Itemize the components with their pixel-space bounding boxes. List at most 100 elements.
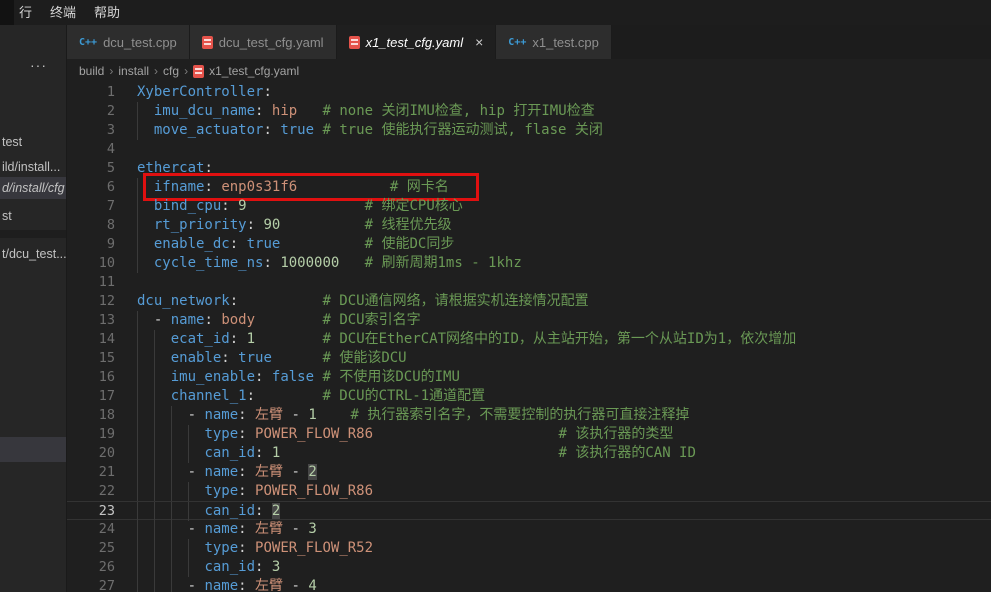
indent-guide: [137, 387, 138, 406]
token-str: hip: [272, 103, 297, 119]
token-ws: [137, 198, 154, 214]
code-line[interactable]: 4: [67, 140, 991, 159]
code-line[interactable]: 21 - name: 左臂 - 2: [67, 463, 991, 482]
code-line[interactable]: 3 move_actuator: true # true 使能执行器运动测试, …: [67, 121, 991, 140]
indent-guide: [154, 368, 155, 387]
code-line[interactable]: 1XyberController:: [67, 83, 991, 102]
indent-guide: [154, 425, 155, 444]
token-ws: [297, 179, 390, 195]
indent-guide: [137, 444, 138, 463]
token-punct: -: [188, 521, 205, 537]
line-content: type: POWER_FLOW_R52: [137, 539, 991, 558]
sidebar-item[interactable]: st: [0, 205, 67, 227]
breadcrumb-segment[interactable]: install: [118, 64, 149, 78]
code-line[interactable]: 22 type: POWER_FLOW_R86: [67, 482, 991, 501]
line-content: rt_priority: 90 # 线程优先级: [137, 216, 991, 235]
code-line[interactable]: 23 can_id: 2: [67, 501, 991, 520]
line-number: 14: [67, 330, 115, 349]
more-actions-icon[interactable]: ···: [30, 57, 47, 73]
token-comment: # 该执行器的类型: [558, 426, 673, 442]
token-ws: [263, 559, 271, 575]
code-line[interactable]: 19 type: POWER_FLOW_R86 # 该执行器的类型: [67, 425, 991, 444]
indent-guide: [188, 425, 189, 444]
code-line[interactable]: 14 ecat_id: 1 # DCU在EtherCAT网络中的ID，从主站开始…: [67, 330, 991, 349]
tab-x1_test.cpp[interactable]: C++x1_test.cpp: [496, 25, 612, 59]
code-line[interactable]: 8 rt_priority: 90 # 线程优先级: [67, 216, 991, 235]
token-comment: # 使能DC同步: [365, 236, 455, 252]
sidebar-item[interactable]: test: [0, 131, 67, 153]
line-content: - name: 左臂 - 2: [137, 463, 991, 482]
code-line[interactable]: 27 - name: 左臂 - 4: [67, 577, 991, 592]
indent-guide: [137, 216, 138, 235]
line-number: 20: [67, 444, 115, 463]
line-content: bind_cpu: 9 # 绑定CPU核心: [137, 197, 991, 216]
token-key: rt_priority: [154, 217, 247, 233]
token-comment: # DCU索引名字: [322, 312, 420, 328]
token-ws: [247, 198, 365, 214]
sidebar-item[interactable]: d/install/cfg: [0, 177, 67, 199]
token-punct: :: [263, 84, 271, 100]
code-line[interactable]: 24 - name: 左臂 - 3: [67, 520, 991, 539]
token-punct: :: [230, 293, 238, 309]
menu-item-run-partial[interactable]: 行: [14, 0, 45, 25]
token-str: enp0s31f6: [221, 179, 297, 195]
code-line[interactable]: 13 - name: body # DCU索引名字: [67, 311, 991, 330]
indent-guide: [171, 502, 172, 521]
code-line[interactable]: 20 can_id: 1 # 该执行器的CAN ID: [67, 444, 991, 463]
token-ws: [297, 103, 322, 119]
line-number: 3: [67, 121, 115, 140]
token-str: POWER_FLOW_R86: [255, 483, 373, 499]
code-line[interactable]: 12dcu_network: # DCU通信网络，请根据实机连接情况配置: [67, 292, 991, 311]
token-key: bind_cpu: [154, 198, 221, 214]
code-line[interactable]: 16 imu_enable: false # 不使用该DCU的IMU: [67, 368, 991, 387]
close-icon[interactable]: ×: [475, 35, 483, 49]
token-ws: [247, 578, 255, 592]
code-editor[interactable]: 1XyberController:2 imu_dcu_name: hip # n…: [67, 83, 991, 592]
token-str: POWER_FLOW_R86: [255, 426, 373, 442]
tab-dcu_test_cfg.yaml[interactable]: dcu_test_cfg.yaml: [190, 25, 337, 59]
indent-guide: [137, 368, 138, 387]
token-key: move_actuator: [154, 122, 264, 138]
menu-item-help[interactable]: 帮助: [89, 0, 133, 25]
token-punct: -: [283, 521, 308, 537]
breadcrumb-segment[interactable]: build: [79, 64, 104, 78]
indent-guide: [154, 539, 155, 558]
code-line[interactable]: 7 bind_cpu: 9 # 绑定CPU核心: [67, 197, 991, 216]
token-comment: # 使能该DCU: [322, 350, 406, 366]
code-line[interactable]: 6 ifname: enp0s31f6 # 网卡名: [67, 178, 991, 197]
line-number: 9: [67, 235, 115, 254]
sidebar-selected-row-empty[interactable]: [0, 437, 67, 462]
tab-x1_test_cfg.yaml[interactable]: x1_test_cfg.yaml×: [337, 25, 497, 59]
code-line[interactable]: 15 enable: true # 使能该DCU: [67, 349, 991, 368]
indent-guide: [137, 482, 138, 501]
code-line[interactable]: 10 cycle_time_ns: 1000000 # 刷新周期1ms - 1k…: [67, 254, 991, 273]
indent-guide: [154, 577, 155, 592]
line-number: 16: [67, 368, 115, 387]
token-str: 左臂: [255, 578, 283, 592]
token-num: 2: [272, 503, 280, 519]
menu-item-terminal[interactable]: 终端: [45, 0, 89, 25]
sidebar-item[interactable]: t/dcu_test...: [0, 243, 67, 265]
menu-bar: 行 终端 帮助: [0, 0, 991, 25]
line-content: - name: 左臂 - 3: [137, 520, 991, 539]
token-key: ifname: [154, 179, 205, 195]
token-punct: :: [247, 217, 255, 233]
tab-dcu_test.cpp[interactable]: C++dcu_test.cpp: [67, 25, 190, 59]
code-line[interactable]: 25 type: POWER_FLOW_R52: [67, 539, 991, 558]
code-line[interactable]: 9 enable_dc: true # 使能DC同步: [67, 235, 991, 254]
token-ws: [255, 312, 322, 328]
token-ws: [247, 521, 255, 537]
code-line[interactable]: 2 imu_dcu_name: hip # none 关闭IMU检查, hip …: [67, 102, 991, 121]
code-line[interactable]: 18 - name: 左臂 - 1 # 执行器索引名字，不需要控制的执行器可直接…: [67, 406, 991, 425]
sidebar-item[interactable]: ild/install...: [0, 156, 67, 178]
line-number: 8: [67, 216, 115, 235]
code-line[interactable]: 11: [67, 273, 991, 292]
token-punct: :: [263, 255, 271, 271]
breadcrumb-segment[interactable]: cfg: [163, 64, 179, 78]
indent-guide: [154, 463, 155, 482]
token-ws: [247, 464, 255, 480]
code-line[interactable]: 17 channel_1: # DCU的CTRL-1通道配置: [67, 387, 991, 406]
code-line[interactable]: 26 can_id: 3: [67, 558, 991, 577]
code-line[interactable]: 5ethercat:: [67, 159, 991, 178]
breadcrumb-file[interactable]: x1_test_cfg.yaml: [193, 64, 299, 78]
